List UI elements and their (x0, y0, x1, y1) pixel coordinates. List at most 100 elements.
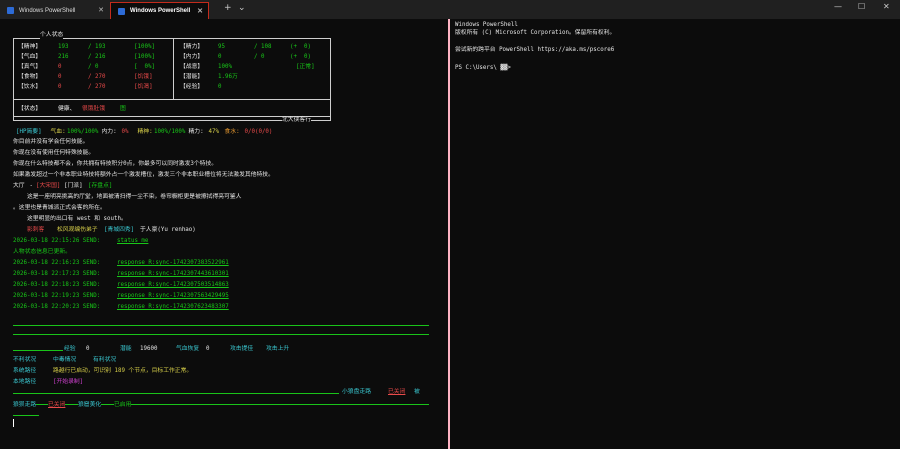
tab-powershell-1[interactable]: Windows PowerShell ✕ (0, 2, 109, 19)
stat-value: 0 (58, 74, 62, 80)
stat-value: 193 (58, 44, 69, 50)
tab-powershell-2[interactable]: Windows PowerShell ✕ (110, 2, 209, 19)
log-msg: response R:sync-1742307563429495 (117, 293, 229, 299)
walk-label: 狼狈走路 (13, 402, 37, 409)
auto-walk-toggle[interactable]: 已关闭 (388, 389, 405, 396)
left-terminal-pane[interactable]: 个人状态 【精神】 193 / 193 [100%] 【气血】 216 / 21… (0, 19, 447, 449)
close-tab-icon[interactable]: ✕ (98, 6, 104, 14)
state-bad: 很饿肚饿 (82, 106, 106, 112)
status-divider (173, 38, 174, 99)
log-time: 2026-03-18 22:20:23 SEND: (13, 304, 101, 310)
stat-pct: [ 0%] (134, 64, 155, 70)
minimize-button[interactable]: — (834, 2, 842, 11)
log-time: 2026-03-18 22:19:23 SEND: (13, 293, 101, 299)
stat-max: / 108 (254, 44, 272, 50)
log-time: 2026-03-18 22:17:23 SEND: (13, 271, 101, 277)
stat-value: 0 (58, 64, 62, 70)
stat-label: 【食物】 (18, 74, 42, 80)
stat-label: 【气血】 (18, 54, 42, 60)
room-desc: 这是一座明亮挑高的厅堂，地面被清扫得一尘不染，卷帘橱柜更是被擦拭得亮可鉴人 (13, 194, 242, 200)
maximize-button[interactable]: ☐ (858, 2, 865, 11)
right-terminal-pane[interactable]: Windows PowerShell 版权所有 (C) Microsoft Co… (451, 19, 900, 449)
tab-dropdown-button[interactable]: ⌄ (238, 3, 246, 13)
room-desc: 这里明显的出口有 west 和 south。 (13, 216, 127, 222)
auto-walk-label: 小狼盘走路 (342, 389, 371, 395)
room-desc: 。这里也是青城派正式会客的所在。 (13, 205, 106, 211)
stat-value: 216 (58, 54, 69, 60)
npc-prefix: 影刺客 (13, 227, 48, 233)
state-end: 图 (120, 106, 126, 112)
close-tab-icon[interactable]: ✕ (197, 7, 203, 15)
log-time: 2026-03-18 22:18:23 SEND: (13, 282, 101, 288)
stat-extra: (+ 0) (290, 54, 311, 60)
room-name: 大厅 (13, 183, 25, 189)
separator-line (13, 334, 429, 335)
stat-max: / 270 (88, 84, 106, 90)
stat-extra: (+ 0) (290, 44, 311, 50)
log-msg: response R:sync-1742307443610301 (117, 271, 229, 277)
ps-prompt[interactable]: PS C:\Users\ ▓▓> (455, 65, 511, 72)
stat-label: 【精神】 (18, 44, 42, 50)
stat-label: 【内力】 (180, 54, 204, 60)
npc-title: [青城四秀] (104, 227, 135, 233)
new-tab-button[interactable]: + (224, 3, 232, 13)
room-sep: - (26, 183, 37, 189)
npc-rest: 于人豪(Yu renhao) (140, 227, 196, 233)
hp-label: 内力: (98, 129, 117, 135)
log-msg: response R:sync-1742307623483307 (117, 304, 229, 310)
close-window-button[interactable]: ✕ (883, 2, 890, 11)
stat-value: 100% (218, 64, 232, 70)
stat-value: 1.96万 (218, 74, 238, 80)
record-button[interactable]: [开始录制] (53, 379, 83, 386)
path-label: 本地路径 (13, 379, 37, 385)
stat-label: 【饮水】 (18, 84, 42, 90)
stat-value: 0 (58, 84, 62, 90)
state-label: 【状态】 (18, 106, 42, 112)
powershell-icon (118, 7, 125, 15)
status-flag: 不利状况 (13, 357, 37, 363)
output-line: 你目前并没有学会任何技能。 (13, 139, 89, 145)
stat-label: 【精力】 (180, 44, 204, 50)
output-line: 你现在什么特技都不会，你共拥有特技积分0点，你最多可以同时激发3个特技。 (13, 161, 218, 167)
hp-value: 0% (118, 129, 129, 135)
npc-name: 松风观编伤弟子 (57, 227, 98, 233)
hp-value: 0/0(0/0) (241, 129, 273, 135)
gain-label: 攻击上升 (266, 346, 290, 352)
stat-pct: [饥饿] (134, 74, 153, 80)
room-tag: [门派] (64, 183, 83, 189)
qx-label: 气血恢复 (176, 346, 200, 352)
stat-label: 【战意】 (180, 64, 204, 70)
hp-label: 食水: (221, 129, 240, 135)
log-msg: response R:sync-1742307383522961 (117, 260, 229, 266)
beauty-label: 狼窟美化 (78, 402, 102, 409)
stat-value: 0 (218, 84, 222, 90)
separator-line (13, 393, 339, 394)
separator-line (13, 325, 429, 326)
state-ok: 健康、 (58, 106, 76, 112)
ps-copyright: 版权所有 (C) Microsoft Corporation。保留所有权利。 (455, 30, 616, 36)
separator-line (13, 404, 429, 405)
exp-label: 经验 (64, 346, 76, 352)
pot-label: 潜能 (120, 346, 132, 352)
output-line: 你现在没有使用任何特殊技能。 (13, 150, 95, 156)
stat-max: / 0 (254, 54, 265, 60)
output-line: 如果激发超过一个非本职业特技将额外占一个激发槽位，激发三个非本职业槽位将无法激发… (13, 172, 274, 178)
stat-pct: [100%] (134, 54, 155, 60)
sys-message: 路越行已启动，可识别 189 个节点，目标工作正常。 (53, 368, 193, 374)
status-title: 个人状态 (40, 32, 64, 39)
hp-value: 100%/100% (154, 129, 186, 135)
footer-title: 北大侠客行 (282, 117, 311, 124)
hp-value: 100%/100% (67, 129, 99, 135)
pane-divider[interactable] (448, 19, 450, 449)
stat-extra: [正常] (296, 64, 315, 70)
log-time: 2026-03-18 22:15:26 SEND: (13, 238, 101, 244)
exp-value: 0 (86, 346, 90, 352)
stat-label: 【真气】 (18, 64, 42, 70)
stat-label: 【经验】 (180, 84, 204, 90)
log-line: 人物状态信息已更新。 (13, 249, 71, 255)
hp-label: 气血: (47, 129, 66, 135)
walk-toggle[interactable]: 已关闭 (48, 402, 66, 409)
stat-max: / 0 (88, 64, 99, 70)
stat-value: 0 (218, 54, 222, 60)
separator-line (13, 415, 39, 416)
